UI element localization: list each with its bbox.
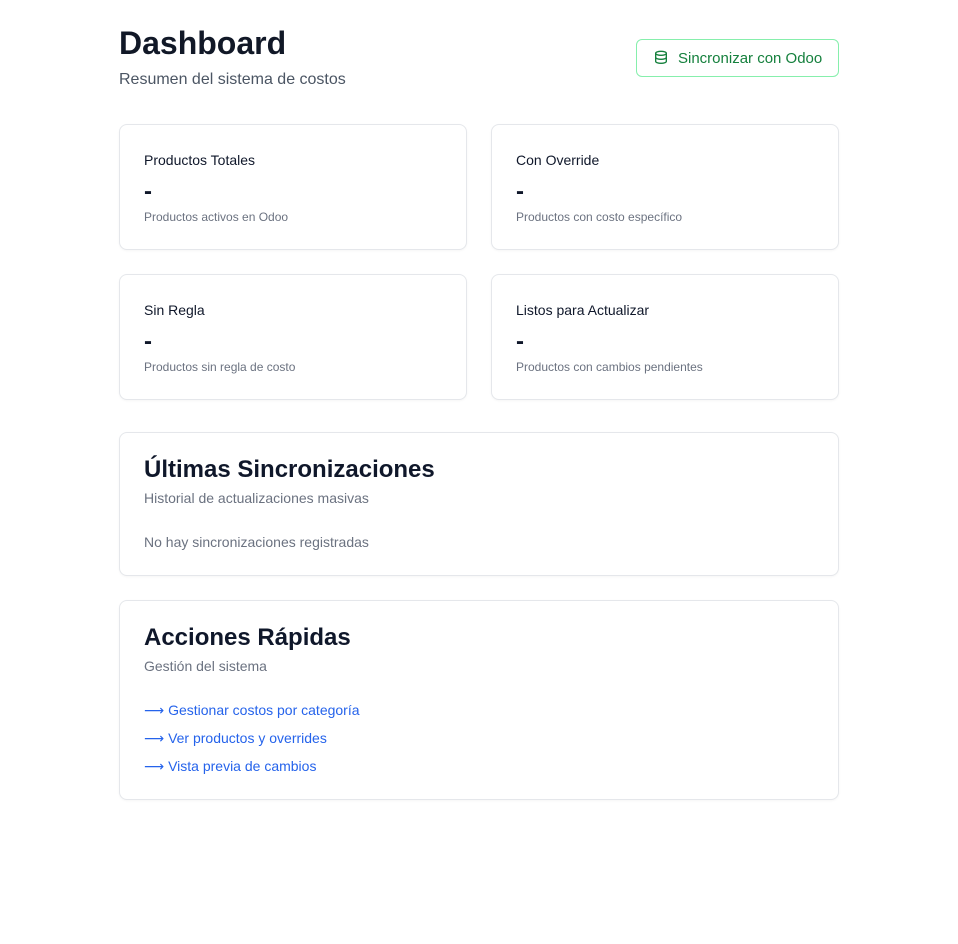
section-subtitle: Historial de actualizaciones masivas [144,490,369,506]
link-label: Ver productos y overrides [168,730,327,746]
stat-label: Productos Totales [144,152,256,168]
sync-odoo-button[interactable]: Sincronizar con Odoo [636,39,839,77]
sync-history-card: Últimas Sincronizaciones Historial de ac… [119,432,839,576]
list-item: ⟶ Gestionar costos por categoría [144,701,360,729]
arrow-right-icon: ⟶ [144,758,165,774]
link-label: Vista previa de cambios [168,758,317,774]
preview-changes-link[interactable]: ⟶ Vista previa de cambios [144,757,360,785]
link-label: Gestionar costos por categoría [168,702,360,718]
empty-state-text: No hay sincronizaciones registradas [144,534,369,550]
stat-description: Productos activos en Odoo [144,210,289,224]
stat-value: - [516,328,524,355]
list-item: ⟶ Ver productos y overrides [144,729,360,757]
stat-card-ready-to-update: Listos para Actualizar - Productos con c… [491,274,839,400]
quick-actions-card: Acciones Rápidas Gestión del sistema ⟶ Ge… [119,600,839,800]
stat-card-override: Con Override - Productos con costo espec… [491,124,839,250]
arrow-right-icon: ⟶ [144,702,165,718]
arrow-right-icon: ⟶ [144,730,165,746]
section-title: Últimas Sincronizaciones [144,456,435,483]
stat-description: Productos con costo específico [516,210,683,224]
page-header: Dashboard Resumen del sistema de costos … [119,24,839,94]
stat-description: Productos con cambios pendientes [516,360,703,374]
dashboard-page: Dashboard Resumen del sistema de costos … [0,0,958,944]
quick-actions-list: ⟶ Gestionar costos por categoría ⟶ Ver pro… [144,701,360,785]
stat-value: - [144,328,152,355]
stat-value: - [144,178,152,205]
manage-category-costs-link[interactable]: ⟶ Gestionar costos por categoría [144,701,360,729]
stat-label: Con Override [516,152,600,168]
view-products-overrides-link[interactable]: ⟶ Ver productos y overrides [144,729,360,757]
list-item: ⟶ Vista previa de cambios [144,757,360,785]
page-subtitle: Resumen del sistema de costos [119,71,346,88]
stat-card-no-rule: Sin Regla - Productos sin regla de costo [119,274,467,400]
stat-label: Sin Regla [144,302,205,318]
stat-card-total-products: Productos Totales - Productos activos en… [119,124,467,250]
section-subtitle: Gestión del sistema [144,658,267,674]
stat-value: - [516,178,524,205]
page-title: Dashboard [119,25,287,61]
sync-odoo-button-label: Sincronizar con Odoo [678,49,823,67]
stat-label: Listos para Actualizar [516,302,650,318]
section-title: Acciones Rápidas [144,624,351,651]
database-icon [653,50,669,66]
stat-description: Productos sin regla de costo [144,360,296,374]
